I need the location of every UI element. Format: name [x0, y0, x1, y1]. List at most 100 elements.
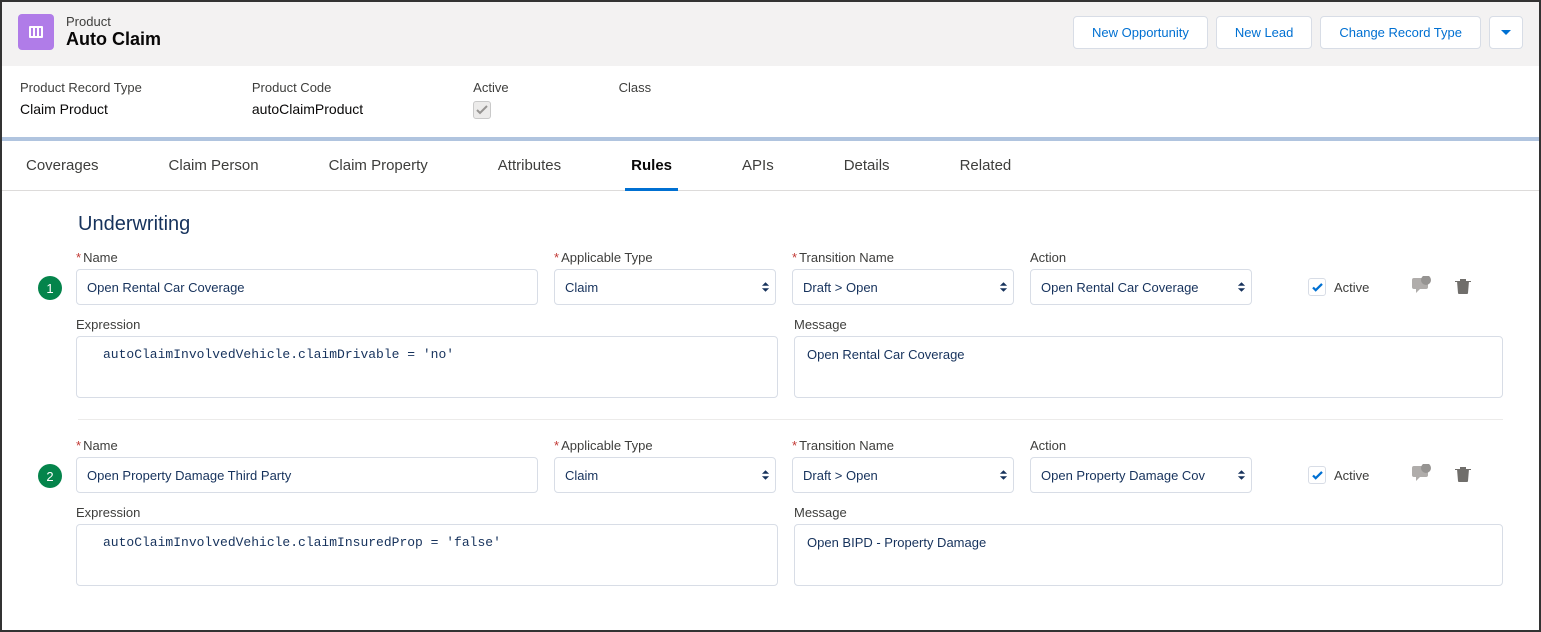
divider — [78, 419, 1503, 420]
tab-related[interactable]: Related — [954, 141, 1018, 190]
second-row: Expression Message — [76, 505, 1503, 589]
tools — [1411, 457, 1471, 493]
field-label: *Applicable Type — [554, 250, 776, 265]
field-label: Action — [1030, 250, 1252, 265]
field-label: Message — [794, 317, 1503, 332]
transition-name-field: *Transition Name — [792, 438, 1014, 493]
rule-body: *Name *Applicable Type *Transition Name — [76, 438, 1503, 589]
expression-field: Expression — [76, 317, 778, 401]
field-label: *Applicable Type — [554, 438, 776, 453]
fields-row: *Name *Applicable Type *Transition Name — [76, 250, 1503, 305]
comment-icon[interactable] — [1411, 276, 1433, 299]
active-field: Active — [1308, 269, 1369, 305]
tab-attributes[interactable]: Attributes — [492, 141, 567, 190]
rule-number: 1 — [38, 276, 62, 300]
page-title: Auto Claim — [66, 29, 161, 50]
message-field: Message — [794, 505, 1503, 589]
title-block: Product Auto Claim — [66, 14, 161, 50]
active-label: Active — [1334, 280, 1369, 295]
expression-input[interactable] — [76, 524, 778, 586]
action-field: Action — [1030, 438, 1252, 493]
tabs: Coverages Claim Person Claim Property At… — [2, 141, 1539, 191]
message-input[interactable] — [794, 336, 1503, 398]
label-text: Name — [83, 438, 118, 453]
label-text: Transition Name — [799, 438, 894, 453]
name-field: *Name — [76, 438, 538, 493]
rule-number: 2 — [38, 464, 62, 488]
tab-details[interactable]: Details — [838, 141, 896, 190]
field-label: *Transition Name — [792, 250, 1014, 265]
summary-label: Class — [619, 80, 652, 95]
transition-name-field: *Transition Name — [792, 250, 1014, 305]
expression-field: Expression — [76, 505, 778, 589]
section-title: Underwriting — [78, 213, 1503, 236]
message-field: Message — [794, 317, 1503, 401]
action-select[interactable] — [1030, 269, 1252, 305]
summary-value: Claim Product — [20, 101, 142, 117]
label-text: Name — [83, 250, 118, 265]
field-label: Expression — [76, 317, 778, 332]
summary-class: Class — [619, 80, 652, 119]
header-bar: Product Auto Claim New Opportunity New L… — [2, 2, 1539, 66]
summary-value: autoClaimProduct — [252, 101, 363, 117]
header-actions: New Opportunity New Lead Change Record T… — [1065, 16, 1523, 49]
tab-claim-property[interactable]: Claim Property — [323, 141, 434, 190]
rule-row: 1 *Name *Applicable Type — [38, 250, 1503, 401]
comment-icon[interactable] — [1411, 464, 1433, 487]
summary-label: Active — [473, 80, 508, 95]
second-row: Expression Message — [76, 317, 1503, 401]
name-input[interactable] — [76, 457, 538, 493]
tab-coverages[interactable]: Coverages — [20, 141, 105, 190]
active-checkbox[interactable] — [1308, 278, 1326, 296]
rule-body: *Name *Applicable Type *Transition Name — [76, 250, 1503, 401]
field-label: Message — [794, 505, 1503, 520]
message-input[interactable] — [794, 524, 1503, 586]
transition-name-select[interactable] — [792, 269, 1014, 305]
applicable-type-select[interactable] — [554, 457, 776, 493]
rule-row: 2 *Name *Applicable Type — [38, 438, 1503, 589]
product-icon — [18, 14, 54, 50]
summary-label: Product Record Type — [20, 80, 142, 95]
applicable-type-field: *Applicable Type — [554, 250, 776, 305]
name-field: *Name — [76, 250, 538, 305]
field-label: Action — [1030, 438, 1252, 453]
tab-claim-person[interactable]: Claim Person — [163, 141, 265, 190]
summary-record-type: Product Record Type Claim Product — [20, 80, 142, 119]
change-record-type-button[interactable]: Change Record Type — [1320, 16, 1481, 49]
field-label: *Name — [76, 250, 538, 265]
type-label: Product — [66, 14, 161, 29]
tab-rules[interactable]: Rules — [625, 141, 678, 190]
transition-name-select[interactable] — [792, 457, 1014, 493]
more-actions-button[interactable] — [1489, 16, 1523, 49]
field-label: *Transition Name — [792, 438, 1014, 453]
action-field: Action — [1030, 250, 1252, 305]
new-lead-button[interactable]: New Lead — [1216, 16, 1313, 49]
summary-label: Product Code — [252, 80, 363, 95]
action-select[interactable] — [1030, 457, 1252, 493]
new-opportunity-button[interactable]: New Opportunity — [1073, 16, 1208, 49]
active-checkbox[interactable] — [1308, 466, 1326, 484]
header-left: Product Auto Claim — [18, 14, 161, 50]
chevron-down-icon — [1500, 29, 1512, 37]
label-text: Applicable Type — [561, 438, 653, 453]
delete-icon[interactable] — [1455, 465, 1471, 486]
tab-apis[interactable]: APIs — [736, 141, 780, 190]
summary-row: Product Record Type Claim Product Produc… — [2, 66, 1539, 141]
name-input[interactable] — [76, 269, 538, 305]
fields-row: *Name *Applicable Type *Transition Name — [76, 438, 1503, 493]
applicable-type-field: *Applicable Type — [554, 438, 776, 493]
field-label: *Name — [76, 438, 538, 453]
active-checkbox-disabled — [473, 101, 491, 119]
active-label: Active — [1334, 468, 1369, 483]
summary-code: Product Code autoClaimProduct — [252, 80, 363, 119]
label-text: Applicable Type — [561, 250, 653, 265]
label-text: Transition Name — [799, 250, 894, 265]
active-field: Active — [1308, 457, 1369, 493]
applicable-type-select[interactable] — [554, 269, 776, 305]
field-label: Expression — [76, 505, 778, 520]
content: Underwriting 1 *Name *Applicable Type — [2, 191, 1539, 619]
summary-active: Active — [473, 80, 508, 119]
delete-icon[interactable] — [1455, 277, 1471, 298]
tools — [1411, 269, 1471, 305]
expression-input[interactable] — [76, 336, 778, 398]
